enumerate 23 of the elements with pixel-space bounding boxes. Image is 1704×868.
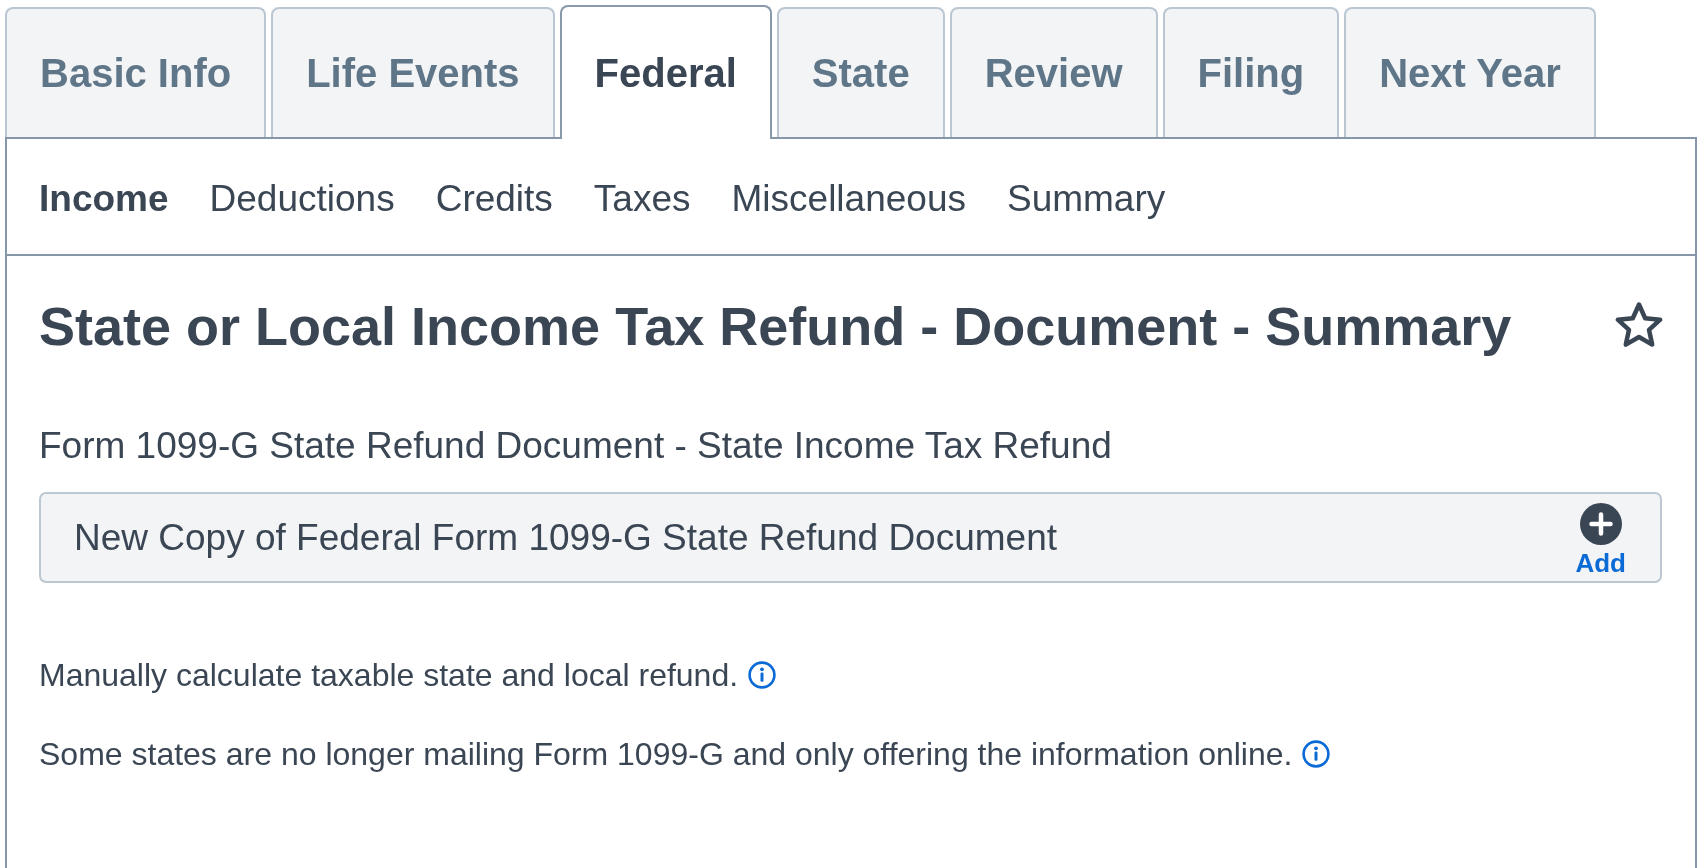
tab[interactable]: Filing bbox=[1162, 7, 1340, 137]
info-icon[interactable] bbox=[748, 661, 777, 689]
subnav-link[interactable]: Taxes bbox=[593, 177, 691, 220]
tab[interactable]: Next Year bbox=[1344, 7, 1596, 137]
note-text: Some states are no longer mailing Form 1099-G and only offering the information online. bbox=[39, 735, 1293, 774]
subnav-link[interactable]: Miscellaneous bbox=[731, 177, 966, 220]
document-name: New Copy of Federal Form 1099-G State Refund Document bbox=[74, 516, 1057, 559]
tab[interactable]: Basic Info bbox=[5, 7, 267, 137]
info-icon[interactable] bbox=[1302, 740, 1331, 768]
subnav-link[interactable]: Credits bbox=[435, 177, 553, 220]
page-title: State or Local Income Tax Refund - Document - Summary bbox=[39, 295, 1512, 358]
tab[interactable]: Federal bbox=[559, 5, 772, 139]
tab[interactable]: Life Events bbox=[271, 7, 555, 137]
document-row[interactable]: New Copy of Federal Form 1099-G State Refund Document Add bbox=[39, 492, 1662, 583]
note-text: Manually calculate taxable state and local refund. bbox=[39, 656, 739, 695]
subnav-link[interactable]: Summary bbox=[1006, 177, 1166, 220]
tab[interactable]: State bbox=[776, 7, 945, 137]
subnav-link[interactable]: Income bbox=[39, 177, 169, 220]
add-button[interactable]: Add bbox=[1575, 502, 1626, 577]
subnav-link[interactable]: Deductions bbox=[209, 177, 395, 220]
section-label: Form 1099-G State Refund Document - State Income Tax Refund bbox=[39, 424, 1113, 468]
plus-circle-icon bbox=[1579, 502, 1622, 545]
tab[interactable]: Review bbox=[949, 7, 1158, 137]
